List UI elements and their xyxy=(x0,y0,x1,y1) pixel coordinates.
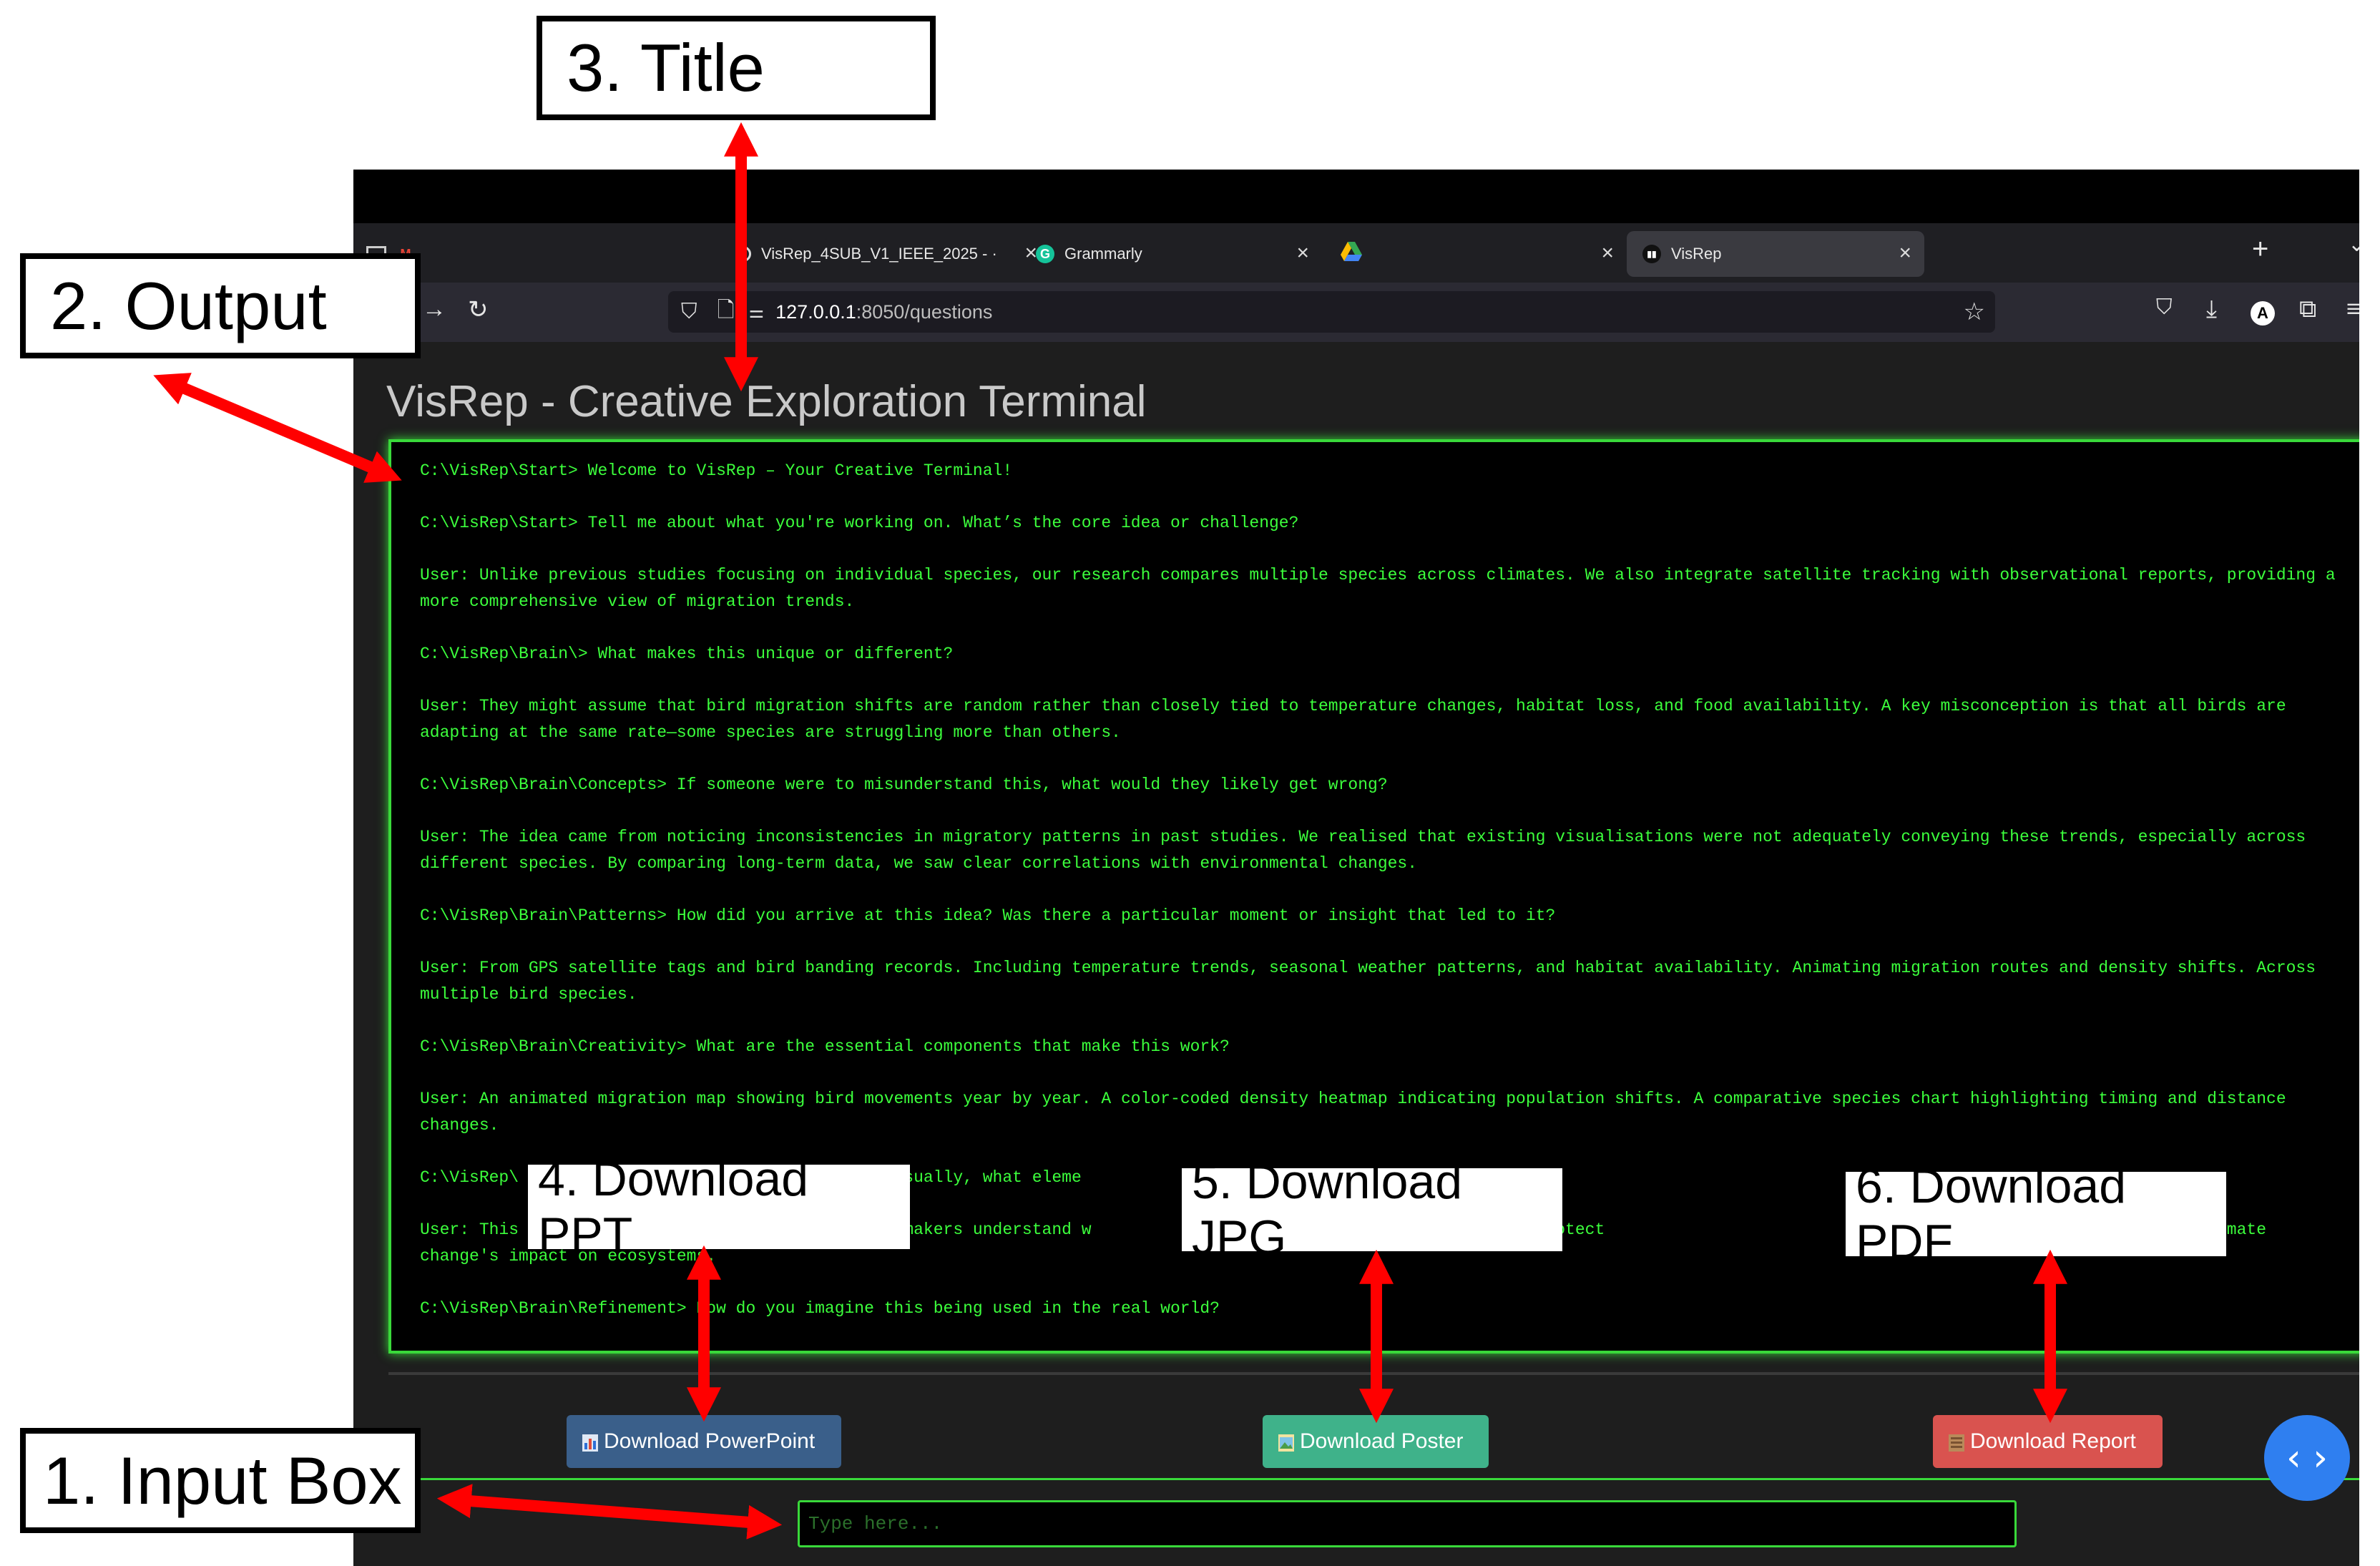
arrow-output xyxy=(153,373,402,483)
arrow-input-box xyxy=(436,1484,783,1540)
annotation-arrows xyxy=(153,122,2067,1540)
